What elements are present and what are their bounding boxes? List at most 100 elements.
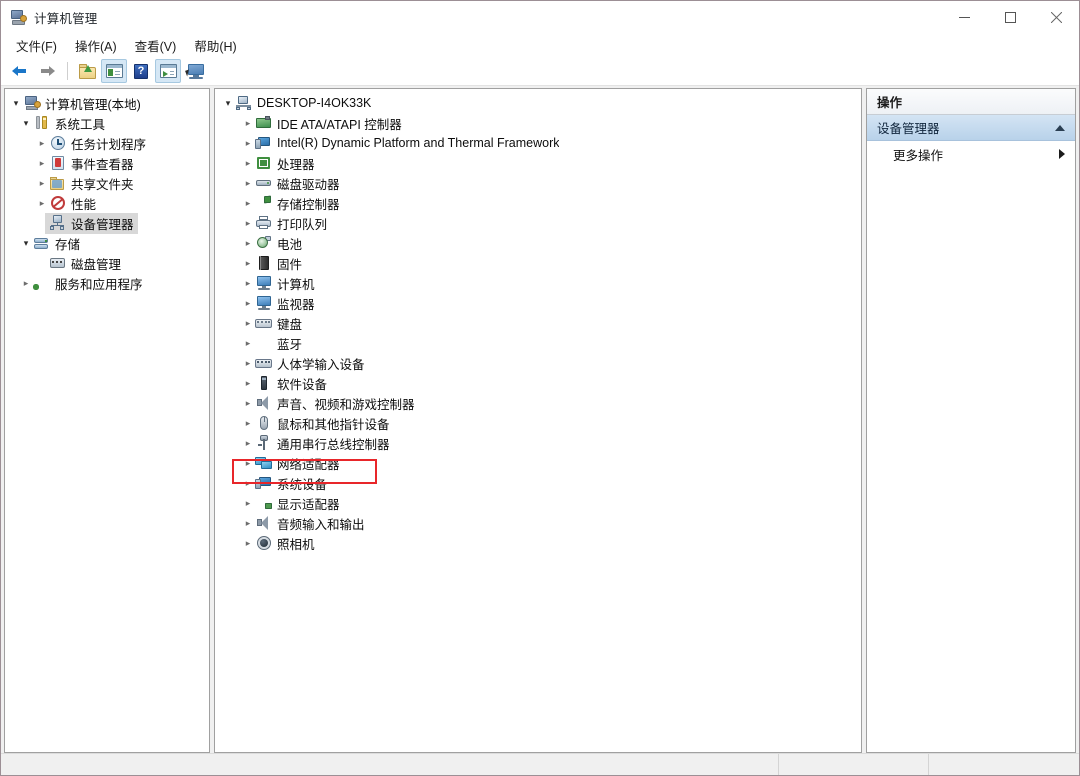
device-category-disk-drives[interactable]: ▸ 磁盘驱动器: [215, 173, 861, 193]
device-category-intel-framework[interactable]: ▸ Intel(R) Dynamic Platform and Thermal …: [215, 133, 861, 153]
menu-help[interactable]: 帮助(H): [185, 33, 245, 58]
chevron-right-icon[interactable]: ▸: [241, 513, 255, 533]
sidebar-item-storage[interactable]: ▾ 存储: [5, 233, 209, 253]
sidebar-item-computer-management[interactable]: ▾ 计算机管理(本地): [5, 93, 209, 113]
device-category-cameras[interactable]: ▸ 照相机: [215, 533, 861, 553]
sidebar-item-disk-management[interactable]: ▸ 磁盘管理: [5, 253, 209, 273]
storage-controller-icon: [255, 195, 273, 211]
chevron-right-icon[interactable]: ▸: [241, 253, 255, 273]
chevron-right-icon[interactable]: ▸: [35, 193, 49, 213]
chevron-right-icon[interactable]: ▸: [241, 393, 255, 413]
chevron-down-icon[interactable]: ▾: [19, 113, 33, 133]
close-button[interactable]: [1033, 1, 1079, 33]
main-body: ▾ 计算机管理(本地) ▾ 系统工具 ▸ 任务计划程序 ▸ 事件查看器 ▸ 共享…: [1, 86, 1079, 753]
sidebar-item-label: 系统工具: [55, 117, 106, 132]
chevron-right-icon[interactable]: ▸: [35, 133, 49, 153]
sidebar-item-label: 性能: [71, 197, 97, 212]
chevron-right-icon[interactable]: ▸: [241, 293, 255, 313]
device-category-print-queues[interactable]: ▸ 打印队列: [215, 213, 861, 233]
device-category-computer[interactable]: ▸ 计算机: [215, 273, 861, 293]
sidebar-item-shared-folders[interactable]: ▸ 共享文件夹: [5, 173, 209, 193]
chevron-right-icon[interactable]: ▸: [241, 433, 255, 453]
toolbar: ?: [1, 57, 1079, 86]
up-one-level-button[interactable]: [74, 59, 100, 83]
chevron-right-icon[interactable]: ▸: [241, 353, 255, 373]
chevron-right-icon[interactable]: ▸: [241, 333, 255, 353]
minimize-button[interactable]: [941, 1, 987, 33]
keyboard-icon: [255, 315, 273, 331]
chevron-right-icon[interactable]: ▸: [241, 493, 255, 513]
sidebar-item-task-scheduler[interactable]: ▸ 任务计划程序: [5, 133, 209, 153]
device-category-ide[interactable]: ▸ IDE ATA/ATAPI 控制器: [215, 113, 861, 133]
chevron-right-icon[interactable]: ▸: [241, 453, 255, 473]
chevron-right-icon[interactable]: ▸: [241, 173, 255, 193]
sidebar-item-label: 设备管理器: [71, 217, 134, 232]
device-category-processor[interactable]: ▸ 处理器: [215, 153, 861, 173]
device-category-usb-controllers[interactable]: ▸ 通用串行总线控制器: [215, 433, 861, 453]
device-category-network-adapters[interactable]: ▸ 网络适配器: [215, 453, 861, 473]
chevron-right-icon[interactable]: ▸: [35, 153, 49, 173]
caret-up-icon[interactable]: [1055, 124, 1065, 131]
menu-action[interactable]: 操作(A): [66, 33, 126, 58]
chevron-right-icon[interactable]: ▸: [35, 173, 49, 193]
device-category-firmware[interactable]: ▸ 固件: [215, 253, 861, 273]
device-category-mice[interactable]: ▸ 鼠标和其他指针设备: [215, 413, 861, 433]
device-category-storage-controllers[interactable]: ▸ 存储控制器: [215, 193, 861, 213]
maximize-button[interactable]: [987, 1, 1033, 33]
forward-button[interactable]: [34, 59, 60, 83]
device-category-system-devices[interactable]: ▸ 系统设备: [215, 473, 861, 493]
mouse-icon: [255, 415, 273, 431]
show-action-pane-button[interactable]: [155, 59, 181, 83]
sidebar-item-device-manager[interactable]: ▸ 设备管理器: [5, 212, 209, 234]
device-category-software-devices[interactable]: ▸ 软件设备: [215, 373, 861, 393]
device-category-monitors[interactable]: ▸ 监视器: [215, 293, 861, 313]
device-category-batteries[interactable]: ▸ 电池: [215, 233, 861, 253]
device-category-keyboards[interactable]: ▸ 键盘: [215, 313, 861, 333]
device-tree-root[interactable]: ▾ DESKTOP-I4OK33K: [215, 93, 861, 113]
sidebar-item-event-viewer[interactable]: ▸ 事件查看器: [5, 153, 209, 173]
sidebar-item-services-applications[interactable]: ▸ 服务和应用程序: [5, 273, 209, 293]
device-category-display-adapters[interactable]: ▸ 显示适配器: [215, 493, 861, 513]
show-hide-tree-button[interactable]: [101, 59, 127, 83]
device-category-label: 固件: [277, 257, 303, 272]
chevron-right-icon[interactable]: ▸: [241, 313, 255, 333]
camera-icon: [255, 535, 273, 551]
chevron-right-icon[interactable]: ▸: [241, 273, 255, 293]
menu-view[interactable]: 查看(V): [126, 33, 186, 58]
chevron-right-icon[interactable]: ▸: [241, 413, 255, 433]
sidebar-item-label: 磁盘管理: [71, 257, 122, 272]
chevron-down-icon[interactable]: ▾: [19, 233, 33, 253]
chevron-right-icon[interactable]: ▸: [241, 113, 255, 133]
chevron-right-icon[interactable]: ▸: [241, 213, 255, 233]
sidebar-item-label: 共享文件夹: [71, 177, 134, 192]
sidebar-item-performance[interactable]: ▸ 性能: [5, 193, 209, 213]
device-category-bluetooth[interactable]: ▸ 蓝牙: [215, 333, 861, 353]
chevron-right-icon[interactable]: ▸: [241, 133, 255, 153]
chevron-right-icon[interactable]: ▸: [241, 193, 255, 213]
back-button[interactable]: [7, 59, 33, 83]
chevron-right-icon[interactable]: ▸: [241, 533, 255, 553]
action-more-actions[interactable]: 更多操作: [867, 141, 1075, 167]
caret-right-icon[interactable]: [1059, 149, 1065, 159]
remote-computer-button[interactable]: [182, 59, 208, 83]
device-category-hid[interactable]: ▸ 人体学输入设备: [215, 353, 861, 373]
device-tree: ▾ DESKTOP-I4OK33K ▸ IDE ATA/ATAPI 控制器 ▸ …: [215, 89, 861, 553]
device-category-label: Intel(R) Dynamic Platform and Thermal Fr…: [277, 136, 560, 150]
toolbar-separator: [67, 62, 68, 80]
actions-section-device-manager[interactable]: 设备管理器: [867, 115, 1075, 141]
chevron-right-icon[interactable]: ▸: [241, 153, 255, 173]
chevron-right-icon[interactable]: ▸: [241, 233, 255, 253]
battery-icon: [255, 235, 273, 251]
services-applications-icon: [33, 275, 51, 291]
chevron-right-icon[interactable]: ▸: [241, 473, 255, 493]
device-category-audio-io[interactable]: ▸ 音频输入和输出: [215, 513, 861, 533]
menu-file[interactable]: 文件(F): [7, 33, 66, 58]
device-category-sound-video-game[interactable]: ▸ 声音、视频和游戏控制器: [215, 393, 861, 413]
sidebar-item-system-tools[interactable]: ▾ 系统工具: [5, 113, 209, 133]
chevron-right-icon[interactable]: ▸: [19, 273, 33, 293]
chevron-right-icon[interactable]: ▸: [241, 373, 255, 393]
help-button[interactable]: ?: [128, 59, 154, 83]
chevron-down-icon[interactable]: ▾: [9, 93, 23, 113]
device-manager-pane: ▾ DESKTOP-I4OK33K ▸ IDE ATA/ATAPI 控制器 ▸ …: [214, 88, 862, 753]
chevron-down-icon[interactable]: ▾: [221, 93, 235, 113]
